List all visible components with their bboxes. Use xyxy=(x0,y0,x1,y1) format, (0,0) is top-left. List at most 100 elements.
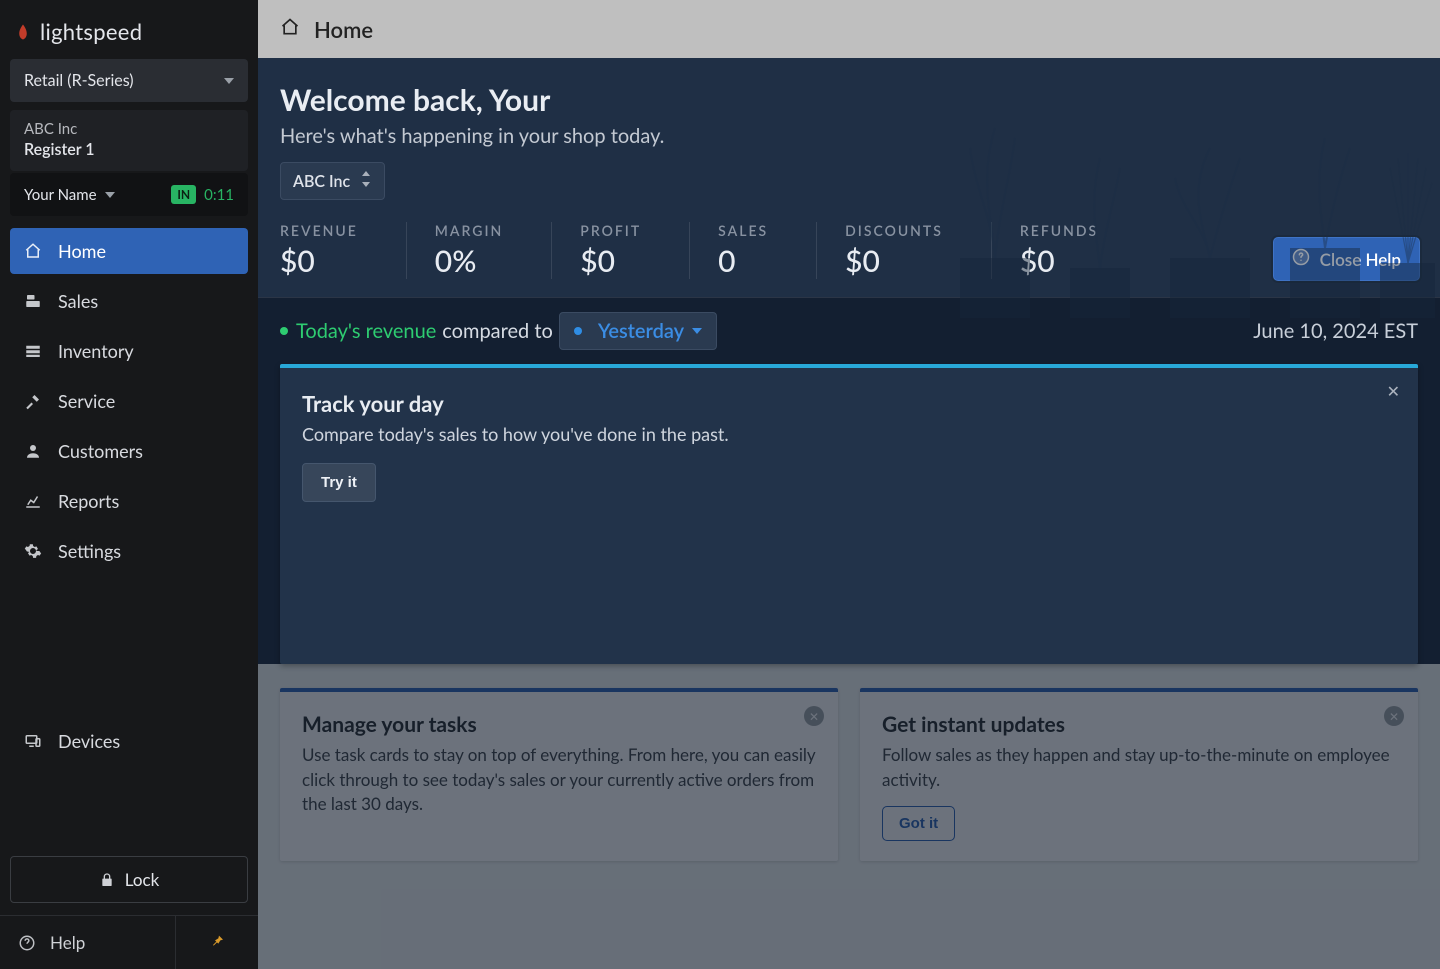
track-day-card: ✕ Track your day Compare today's sales t… xyxy=(280,364,1418,664)
register-box[interactable]: ABC Inc Register 1 xyxy=(10,110,248,171)
welcome-subtitle: Here's what's happening in your shop tod… xyxy=(280,124,1418,148)
manage-tasks-card: ✕ Manage your tasks Use task cards to st… xyxy=(280,688,838,861)
metric-label: MARGIN xyxy=(435,222,503,239)
metric-value: $0 xyxy=(845,243,943,279)
metric-value: $0 xyxy=(1020,243,1098,279)
metric-discounts: DISCOUNTS $0 xyxy=(845,222,992,279)
shop-selector[interactable]: ABC Inc xyxy=(280,162,385,200)
content: Welcome back, Your Here's what's happeni… xyxy=(258,58,1440,969)
hero: Welcome back, Your Here's what's happeni… xyxy=(258,58,1440,297)
lock-label: Lock xyxy=(125,869,160,890)
brand: lightspeed xyxy=(0,0,258,59)
nav-reports-label: Reports xyxy=(58,490,119,512)
hammer-icon xyxy=(24,392,42,410)
help-button[interactable]: Help xyxy=(0,916,176,969)
nav-service[interactable]: Service xyxy=(10,378,248,424)
got-it-button[interactable]: Got it xyxy=(882,806,955,841)
nav-home-label: Home xyxy=(58,240,106,262)
chart-icon xyxy=(24,492,42,510)
metric-value: 0% xyxy=(435,243,503,279)
nav-sales[interactable]: Sales xyxy=(10,278,248,324)
metric-value: 0 xyxy=(718,243,768,279)
clock-in-badge: IN xyxy=(171,185,196,204)
nav-customers[interactable]: Customers xyxy=(10,428,248,474)
lock-icon xyxy=(99,872,115,888)
user-icon xyxy=(24,442,42,460)
metric-label: SALES xyxy=(718,222,768,239)
nav-settings-label: Settings xyxy=(58,540,121,562)
try-it-button[interactable]: Try it xyxy=(302,463,376,502)
help-icon xyxy=(18,934,36,952)
metric-label: REFUNDS xyxy=(1020,222,1098,239)
cash-register-icon xyxy=(24,292,42,310)
user-name: Your Name xyxy=(24,186,97,204)
track-day-body: Compare today's sales to how you've done… xyxy=(302,423,1396,445)
dot-green-icon xyxy=(280,327,288,335)
nav-devices-label: Devices xyxy=(58,730,120,752)
register-company: ABC Inc xyxy=(24,120,234,138)
metric-revenue: REVENUE $0 xyxy=(280,222,407,279)
metric-label: REVENUE xyxy=(280,222,358,239)
instant-updates-title: Get instant updates xyxy=(882,712,1396,737)
page-title: Home xyxy=(314,16,373,43)
close-icon[interactable]: ✕ xyxy=(1387,382,1400,401)
compared-to-text: compared to xyxy=(442,319,553,343)
close-help-button[interactable]: Close Help xyxy=(1273,237,1420,281)
manage-tasks-body: Use task cards to stay on top of everyth… xyxy=(302,743,816,817)
metrics-row: REVENUE $0 MARGIN 0% PROFIT $0 SALES 0 xyxy=(280,222,1418,279)
nav-reports[interactable]: Reports xyxy=(10,478,248,524)
metric-sales: SALES 0 xyxy=(718,222,817,279)
caret-down-icon xyxy=(224,78,234,84)
today-revenue-label: Today's revenue xyxy=(296,319,436,343)
topbar: Home xyxy=(258,0,1440,58)
nav-customers-label: Customers xyxy=(58,440,143,462)
lightspeed-logo-icon xyxy=(14,23,32,41)
compare-period-selector[interactable]: Yesterday xyxy=(559,312,717,350)
sort-arrows-icon xyxy=(360,171,372,191)
sidebar: lightspeed Retail (R-Series) ABC Inc Reg… xyxy=(0,0,258,969)
caret-down-icon xyxy=(692,328,702,334)
compare-date: June 10, 2024 EST xyxy=(1253,319,1418,343)
nav: Home Sales Inventory Service Customers xyxy=(0,228,258,846)
shop-selector-label: ABC Inc xyxy=(293,172,350,191)
product-switcher-label: Retail (R-Series) xyxy=(24,71,134,90)
close-icon[interactable]: ✕ xyxy=(1384,706,1404,726)
nav-sales-label: Sales xyxy=(58,290,98,312)
compare-period-label: Yesterday xyxy=(598,319,684,343)
nav-home[interactable]: Home xyxy=(10,228,248,274)
task-cards-row: ✕ Manage your tasks Use task cards to st… xyxy=(258,688,1440,883)
manage-tasks-title: Manage your tasks xyxy=(302,712,816,737)
nav-inventory-label: Inventory xyxy=(58,340,134,362)
compare-row: Today's revenue compared to Yesterday Ju… xyxy=(258,297,1440,364)
nav-service-label: Service xyxy=(58,390,115,412)
register-name: Register 1 xyxy=(24,140,234,159)
close-help-label: Close Help xyxy=(1320,249,1401,270)
nav-settings[interactable]: Settings xyxy=(10,528,248,574)
help-label: Help xyxy=(50,932,85,953)
metric-label: DISCOUNTS xyxy=(845,222,943,239)
product-switcher[interactable]: Retail (R-Series) xyxy=(10,59,248,102)
pin-icon xyxy=(209,933,225,953)
metric-value: $0 xyxy=(280,243,358,279)
help-circle-icon xyxy=(1292,248,1310,270)
metric-value: $0 xyxy=(580,243,641,279)
brand-text: lightspeed xyxy=(40,18,142,45)
pin-button[interactable] xyxy=(176,916,258,969)
metric-label: PROFIT xyxy=(580,222,641,239)
home-icon xyxy=(280,17,300,41)
user-row[interactable]: Your Name IN 0:11 xyxy=(10,173,248,216)
close-icon[interactable]: ✕ xyxy=(804,706,824,726)
lock-button[interactable]: Lock xyxy=(10,856,248,903)
help-row: Help xyxy=(0,915,258,969)
track-day-title: Track your day xyxy=(302,390,1396,417)
metric-margin: MARGIN 0% xyxy=(435,222,552,279)
devices-icon xyxy=(24,732,42,750)
home-icon xyxy=(24,242,42,260)
dot-blue-icon xyxy=(574,327,582,335)
nav-devices[interactable]: Devices xyxy=(10,718,248,764)
nav-inventory[interactable]: Inventory xyxy=(10,328,248,374)
instant-updates-body: Follow sales as they happen and stay up-… xyxy=(882,743,1396,792)
metric-refunds: REFUNDS $0 xyxy=(1020,222,1146,279)
welcome-heading: Welcome back, Your xyxy=(280,82,1418,118)
gear-icon xyxy=(24,542,42,560)
